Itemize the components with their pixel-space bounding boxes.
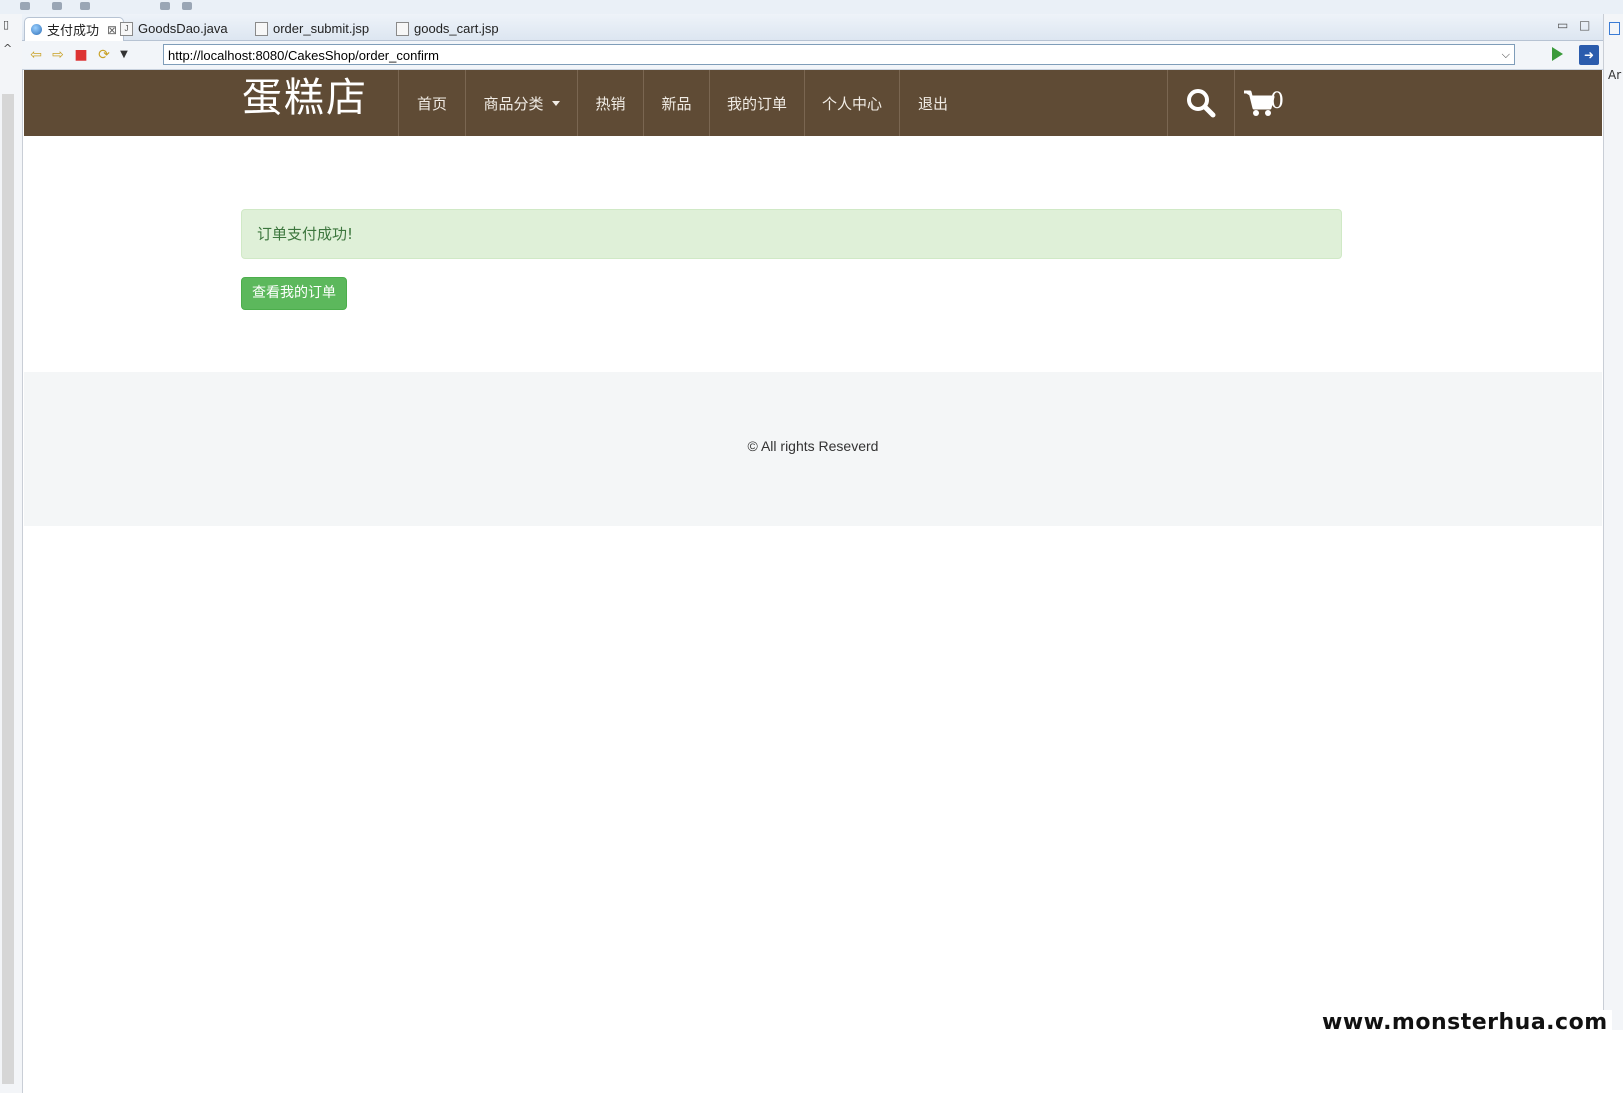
view-my-orders-button[interactable]: 查看我的订单 bbox=[241, 277, 347, 310]
ide-toolbar bbox=[0, 0, 1623, 15]
browser-toolbar: ⇦ ⇨ ■ ⟳ ▼ http://localhost:8080/CakesSho… bbox=[22, 41, 1603, 70]
ide-right-strip: Ar bbox=[1603, 14, 1623, 1030]
url-input[interactable]: http://localhost:8080/CakesShop/order_co… bbox=[163, 44, 1515, 65]
go-icon[interactable] bbox=[1552, 47, 1563, 61]
url-dropdown-icon[interactable]: ⌵ bbox=[1502, 45, 1510, 66]
caret-down-icon bbox=[551, 100, 560, 106]
nav-label: 我的订单 bbox=[726, 94, 787, 113]
site-footer: © All rights Reseverd bbox=[24, 372, 1602, 526]
ide-left-strip: ▯ ^ bbox=[0, 14, 23, 1093]
collapse-icon[interactable]: ^ bbox=[3, 42, 12, 55]
tab-label: 支付成功 bbox=[47, 23, 100, 38]
editor-tab-bar: 支付成功 ⊠ J GoodsDao.java order_submit.jsp … bbox=[22, 14, 1603, 41]
chevron-down-icon[interactable]: ▼ bbox=[116, 47, 132, 63]
search-icon bbox=[1187, 89, 1216, 118]
tab-payment-success[interactable]: 支付成功 ⊠ bbox=[24, 17, 125, 41]
nav-item-new[interactable]: 新品 bbox=[643, 70, 709, 136]
restore-icon[interactable]: ▯ bbox=[3, 18, 9, 31]
java-file-icon: J bbox=[120, 21, 133, 36]
copyright-text: © All rights Reseverd bbox=[747, 438, 879, 454]
nav-label: 商品分类 bbox=[483, 94, 544, 113]
tab-label: GoodsDao.java bbox=[138, 21, 228, 36]
toolbar-debug-icon[interactable] bbox=[52, 2, 62, 10]
refresh-icon[interactable]: ⟳ bbox=[96, 47, 112, 63]
forward-icon[interactable]: ⇨ bbox=[50, 47, 66, 63]
maximize-icon[interactable]: □ bbox=[1579, 18, 1590, 32]
toolbar-run-icon[interactable] bbox=[20, 2, 30, 10]
jsp-file-icon bbox=[255, 21, 268, 36]
nav-item-logout[interactable]: 退出 bbox=[899, 70, 966, 136]
perspective-icon[interactable] bbox=[1609, 22, 1620, 35]
nav-item-home[interactable]: 首页 bbox=[398, 70, 465, 136]
tab-goods-cart[interactable]: goods_cart.jsp bbox=[396, 17, 499, 40]
nav-item-hot[interactable]: 热销 bbox=[577, 70, 643, 136]
nav-item-profile[interactable]: 个人中心 bbox=[804, 70, 899, 136]
tab-goodsdao[interactable]: J GoodsDao.java bbox=[120, 17, 228, 40]
close-icon[interactable]: ⊠ bbox=[107, 23, 117, 37]
tab-label: goods_cart.jsp bbox=[414, 21, 499, 36]
nav-label: 新品 bbox=[661, 94, 692, 113]
jsp-file-icon bbox=[396, 21, 409, 36]
globe-icon bbox=[31, 24, 42, 35]
cart-count: 0 bbox=[1270, 89, 1284, 114]
tab-order-submit[interactable]: order_submit.jsp bbox=[255, 17, 369, 40]
nav-label: 首页 bbox=[416, 94, 447, 113]
success-alert: 订单支付成功! bbox=[241, 209, 1342, 259]
left-panel-scrollbar[interactable] bbox=[2, 94, 14, 1084]
site-header: 蛋糕店 首页 商品分类 热销 新品 我的订单 个人中心 退出 0 bbox=[24, 70, 1602, 136]
toolbar-forward-icon[interactable] bbox=[182, 2, 192, 10]
nav-label: 热销 bbox=[595, 94, 626, 113]
site-logo[interactable]: 蛋糕店 bbox=[242, 72, 368, 124]
cart-button[interactable]: 0 bbox=[1234, 70, 1304, 136]
toolbar-save-icon[interactable] bbox=[80, 2, 90, 10]
url-text: http://localhost:8080/CakesShop/order_co… bbox=[168, 48, 439, 63]
right-strip-label: Ar bbox=[1608, 68, 1622, 82]
search-button[interactable] bbox=[1167, 70, 1235, 136]
minimize-icon[interactable]: ▭ bbox=[1557, 18, 1568, 32]
nav-label: 退出 bbox=[917, 94, 948, 113]
watermark: www.monsterhua.com bbox=[1318, 1010, 1612, 1035]
back-icon[interactable]: ⇦ bbox=[28, 47, 44, 63]
nav-label: 个人中心 bbox=[821, 94, 882, 113]
external-browser-icon[interactable]: ➜ bbox=[1579, 45, 1599, 65]
stop-icon[interactable]: ■ bbox=[73, 47, 89, 63]
nav-item-my-orders[interactable]: 我的订单 bbox=[709, 70, 804, 136]
nav-item-categories[interactable]: 商品分类 bbox=[465, 70, 577, 136]
toolbar-back-icon[interactable] bbox=[160, 2, 170, 10]
tab-label: order_submit.jsp bbox=[273, 21, 370, 36]
web-page: 蛋糕店 首页 商品分类 热销 新品 我的订单 个人中心 退出 0 订单支付成功!… bbox=[24, 70, 1602, 1093]
